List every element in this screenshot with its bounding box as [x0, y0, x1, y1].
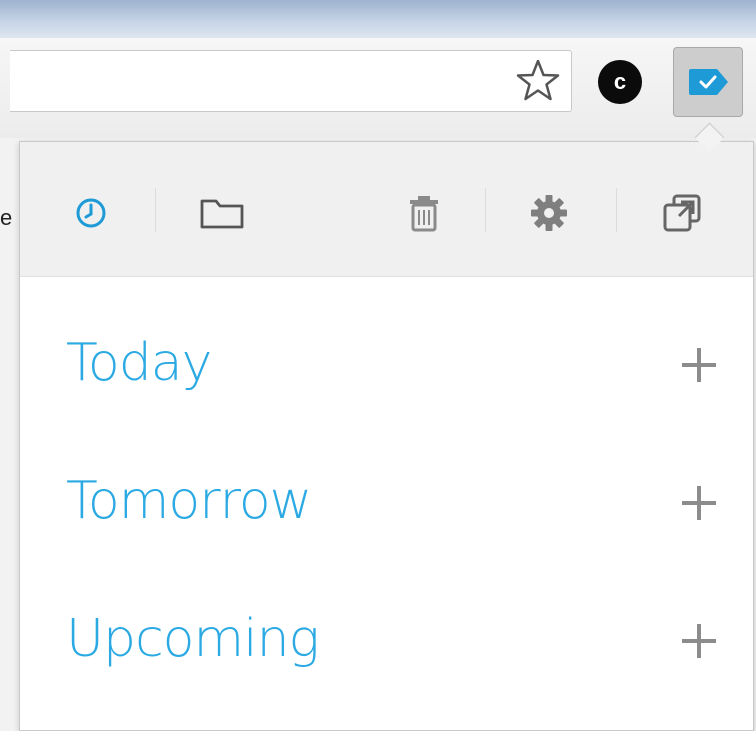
popout-icon	[663, 194, 701, 232]
clock-icon	[76, 198, 106, 228]
tag-check-icon	[689, 69, 728, 95]
folder-icon	[200, 199, 244, 229]
trash-button[interactable]	[397, 186, 451, 240]
window-titlebar	[0, 0, 756, 38]
popout-button[interactable]	[655, 186, 709, 240]
section-upcoming[interactable]: Upcoming	[20, 593, 753, 693]
gear-icon	[531, 195, 567, 231]
c-extension-button[interactable]: c	[598, 60, 642, 104]
popup-toolbar	[20, 142, 753, 277]
toolbar-divider	[616, 188, 617, 232]
toolbar-divider	[155, 188, 156, 232]
trash-icon	[410, 196, 438, 232]
folder-button[interactable]	[195, 186, 249, 240]
page-text-fragment: e	[0, 205, 13, 230]
toolbar-divider	[485, 188, 486, 232]
c-extension-label: c	[613, 69, 627, 94]
bookmark-star-icon[interactable]	[513, 56, 563, 106]
section-today[interactable]: Today	[20, 317, 753, 417]
section-tomorrow[interactable]: Tomorrow	[20, 455, 753, 555]
todo-extension-button[interactable]	[673, 47, 743, 117]
section-upcoming-label[interactable]: Upcoming	[66, 609, 320, 669]
section-tomorrow-label[interactable]: Tomorrow	[66, 471, 312, 531]
address-bar[interactable]	[10, 50, 572, 112]
add-upcoming-plus-icon[interactable]	[679, 621, 719, 661]
clock-button[interactable]	[64, 186, 118, 240]
add-today-plus-icon[interactable]	[679, 345, 719, 385]
todo-popup: Today Tomorrow Upcoming	[19, 141, 754, 731]
settings-button[interactable]	[522, 186, 576, 240]
section-today-label[interactable]: Today	[66, 333, 212, 393]
add-tomorrow-plus-icon[interactable]	[679, 483, 719, 523]
